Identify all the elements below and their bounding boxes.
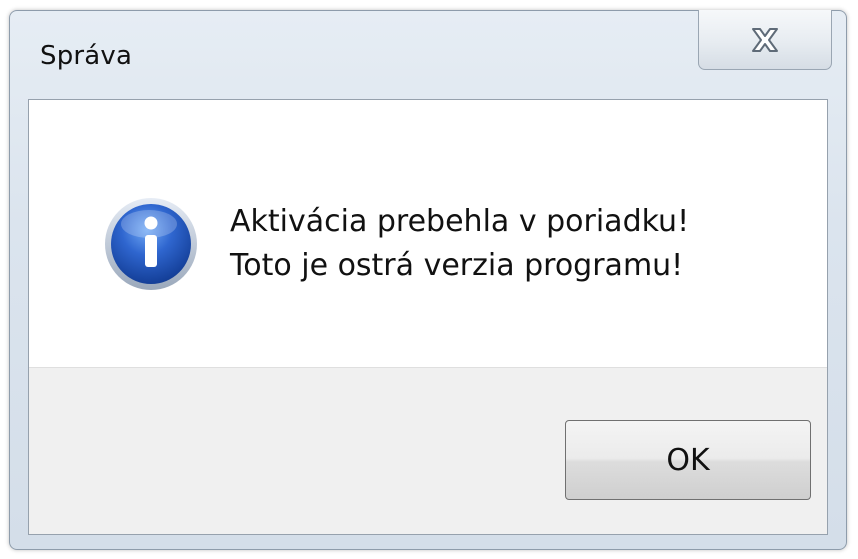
info-icon [105,198,197,290]
window-title: Správa [40,41,133,71]
ok-button[interactable]: OK [565,420,811,500]
message-line-2: Toto je ostrá verzia programu! [230,248,684,283]
dialog-content: Aktivácia prebehla v poriadku! Toto je o… [28,99,828,535]
dialog-window: Správa Aktivácia prebehla v poriadku! To… [9,10,847,550]
close-icon [752,27,778,52]
close-button[interactable] [698,10,832,70]
message-line-1: Aktivácia prebehla v poriadku! [230,204,690,239]
message-text: Aktivácia prebehla v poriadku! Toto je o… [230,200,689,288]
